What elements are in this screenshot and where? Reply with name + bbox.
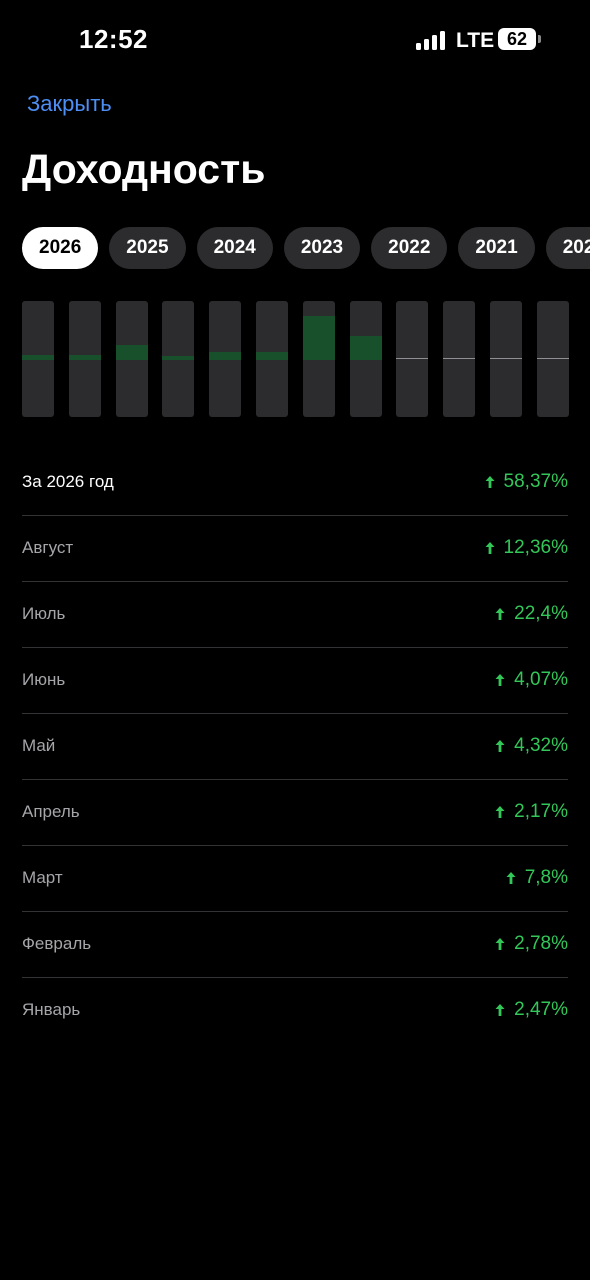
month-bar-slot[interactable] xyxy=(536,301,569,417)
month-value: 22,4% xyxy=(494,603,568,625)
month-return-bar xyxy=(349,336,382,360)
month-return-bar xyxy=(115,345,148,360)
month-bar-slot[interactable] xyxy=(256,301,288,417)
month-value: 12,36% xyxy=(484,537,568,559)
battery-level: 62 xyxy=(506,29,528,49)
month-value: 2,78% xyxy=(494,933,568,955)
month-value: 4,07% xyxy=(494,669,568,691)
status-bar: 12:52 LTE 62 xyxy=(0,0,590,80)
year-total-row: За 2026 год 58,37% xyxy=(22,450,568,516)
month-bar-slot[interactable] xyxy=(443,301,476,417)
month-row-august[interactable]: Август 12,36% xyxy=(22,516,568,582)
month-value: 2,47% xyxy=(494,999,568,1021)
year-tab-2023[interactable]: 2023 xyxy=(283,227,361,269)
empty-baseline xyxy=(490,358,522,359)
close-button[interactable]: Закрыть xyxy=(27,91,112,117)
month-bar-slot[interactable] xyxy=(490,301,522,417)
status-time: 12:52 xyxy=(79,24,148,54)
signal-strength-icon xyxy=(416,30,446,50)
arrow-up-icon xyxy=(506,872,516,884)
year-tab-2021[interactable]: 2021 xyxy=(458,227,535,269)
month-bar-slot[interactable] xyxy=(349,301,382,417)
network-type: LTE xyxy=(456,29,495,52)
month-bar-slot[interactable] xyxy=(302,301,335,417)
battery-icon: 62 xyxy=(498,28,536,50)
arrow-up-icon xyxy=(485,476,495,488)
year-total-label: За 2026 год xyxy=(22,472,114,491)
year-tab-2026[interactable]: 2026 xyxy=(22,227,99,269)
page-title: Доходность xyxy=(22,146,266,192)
battery-tip-icon xyxy=(538,35,541,43)
month-label: Июнь xyxy=(22,670,66,689)
arrow-up-icon xyxy=(495,1004,505,1016)
arrow-up-icon xyxy=(495,608,505,620)
month-percent: 22,4% xyxy=(514,603,568,624)
month-value: 4,32% xyxy=(494,735,568,757)
returns-list: За 2026 год 58,37% Август 12,36% Июль 22… xyxy=(22,450,568,1043)
month-bar-slot[interactable] xyxy=(209,301,242,417)
month-return-bar xyxy=(22,355,54,360)
month-percent: 12,36% xyxy=(503,537,568,558)
month-percent: 2,78% xyxy=(514,933,568,954)
arrow-up-icon xyxy=(495,674,505,686)
month-row-january[interactable]: Январь 2,47% xyxy=(22,978,568,1043)
year-total-percent: 58,37% xyxy=(503,471,568,492)
month-bar-slot[interactable] xyxy=(115,301,148,417)
month-label: Январь xyxy=(22,1000,81,1019)
month-percent: 2,17% xyxy=(514,801,568,822)
month-label: Март xyxy=(22,868,63,887)
arrow-up-icon xyxy=(485,542,495,554)
month-bar-slot[interactable] xyxy=(162,301,195,417)
month-label: Май xyxy=(22,736,56,755)
year-tab-2025[interactable]: 2025 xyxy=(109,227,186,269)
month-percent: 4,32% xyxy=(514,735,568,756)
arrow-up-icon xyxy=(495,806,505,818)
year-total-value: 58,37% xyxy=(484,471,568,493)
month-row-february[interactable]: Февраль 2,78% xyxy=(22,912,568,978)
empty-baseline xyxy=(443,358,476,359)
month-label: Апрель xyxy=(22,802,80,821)
month-value: 2,17% xyxy=(494,801,568,823)
month-percent: 4,07% xyxy=(514,669,568,690)
month-row-may[interactable]: Май 4,32% xyxy=(22,714,568,780)
month-value: 7,8% xyxy=(505,867,568,889)
year-tabs: 2026 2025 2024 2023 2022 2021 2020 xyxy=(22,227,590,269)
month-percent: 2,47% xyxy=(514,999,568,1020)
month-bar-slot[interactable] xyxy=(396,301,429,417)
year-tab-2020[interactable]: 2020 xyxy=(545,227,590,269)
month-label: Февраль xyxy=(22,934,92,953)
empty-baseline xyxy=(536,358,569,359)
month-return-bar xyxy=(209,352,242,360)
year-tab-2024[interactable]: 2024 xyxy=(196,227,273,269)
monthly-returns-chart xyxy=(22,301,569,417)
month-bar-slot[interactable] xyxy=(68,301,101,417)
month-return-bar xyxy=(302,316,335,360)
month-bar-slot[interactable] xyxy=(22,301,54,417)
month-row-march[interactable]: Март 7,8% xyxy=(22,846,568,912)
month-return-bar xyxy=(256,352,288,360)
month-percent: 7,8% xyxy=(524,867,568,888)
month-label: Июль xyxy=(22,604,66,623)
arrow-up-icon xyxy=(495,938,505,950)
year-tab-2022[interactable]: 2022 xyxy=(371,227,448,269)
month-row-june[interactable]: Июнь 4,07% xyxy=(22,648,568,714)
empty-baseline xyxy=(396,358,429,359)
month-label: Август xyxy=(22,538,74,557)
month-row-july[interactable]: Июль 22,4% xyxy=(22,582,568,648)
month-row-april[interactable]: Апрель 2,17% xyxy=(22,780,568,846)
month-return-bar xyxy=(68,355,101,360)
arrow-up-icon xyxy=(495,740,505,752)
month-return-bar xyxy=(162,356,195,360)
